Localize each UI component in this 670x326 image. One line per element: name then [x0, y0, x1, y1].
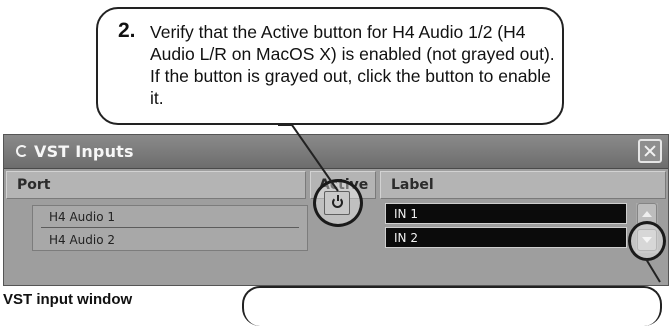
active-button[interactable]	[324, 191, 350, 215]
step-number: 2.	[118, 19, 136, 42]
second-callout	[242, 286, 662, 326]
vst-logo-icon	[16, 145, 28, 157]
power-icon	[332, 195, 343, 208]
label-field[interactable]: IN 2	[385, 227, 627, 248]
figure-caption: VST input window	[3, 291, 133, 308]
scroll-down-highlight	[628, 221, 666, 261]
port-list: H4 Audio 1 H4 Audio 2	[32, 205, 308, 251]
column-header-port[interactable]: Port	[6, 171, 306, 199]
instruction-callout: 2. Verify that the Active button for H4 …	[96, 7, 564, 125]
close-icon[interactable]	[638, 139, 662, 163]
port-item[interactable]: H4 Audio 2	[41, 229, 299, 251]
label-field[interactable]: IN 1	[385, 203, 627, 224]
port-item[interactable]: H4 Audio 1	[41, 206, 299, 228]
titlebar: VST Inputs	[4, 135, 668, 169]
window-title: VST Inputs	[34, 142, 134, 161]
callout-text: Verify that the Active button for H4 Aud…	[150, 22, 555, 108]
column-header-label[interactable]: Label	[380, 171, 666, 199]
